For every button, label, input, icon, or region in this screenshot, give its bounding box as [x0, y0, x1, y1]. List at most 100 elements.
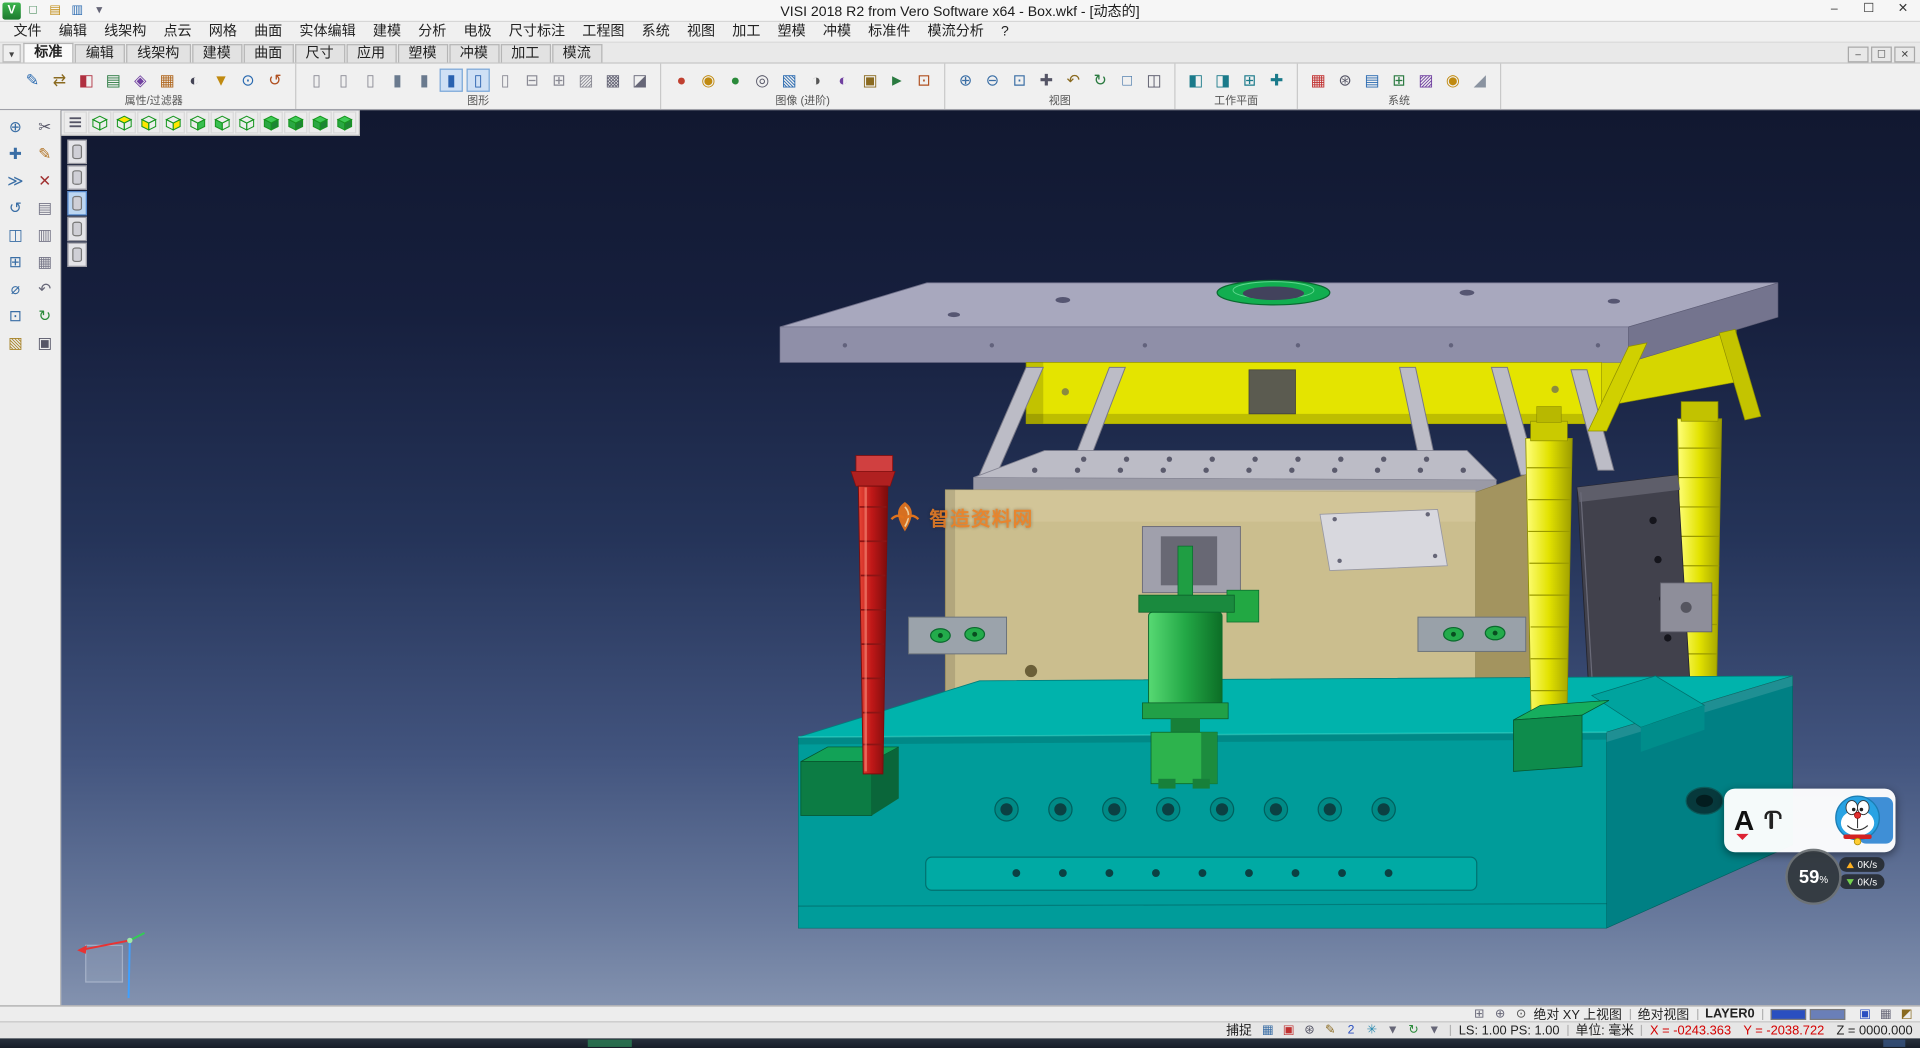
environment-icon[interactable]: ◎: [751, 69, 774, 92]
snap-2d-icon[interactable]: 2: [1342, 1022, 1359, 1038]
mdi-restore-button[interactable]: ☐: [1871, 47, 1892, 63]
shaded-edges-mode-icon[interactable]: ▮: [413, 69, 436, 92]
view-iso-icon[interactable]: [88, 111, 111, 133]
clipboard-icon[interactable]: ▤: [32, 195, 58, 219]
snap-label[interactable]: 捕捉: [1226, 1021, 1252, 1039]
section-display-icon[interactable]: ▯: [493, 69, 516, 92]
menu-item-电极[interactable]: 电极: [455, 22, 500, 42]
view-list-icon[interactable]: [64, 111, 87, 133]
tab-加工[interactable]: 加工: [500, 44, 550, 62]
tab-编辑[interactable]: 编辑: [75, 44, 125, 62]
menu-item-尺寸标注[interactable]: 尺寸标注: [500, 22, 573, 42]
display-filter-5[interactable]: [67, 242, 87, 266]
color-swatch-1[interactable]: [1771, 1009, 1807, 1020]
mdi-minimize-button[interactable]: –: [1848, 47, 1869, 63]
animation-icon[interactable]: ►: [885, 69, 908, 92]
menu-item-塑模[interactable]: 塑模: [769, 22, 814, 42]
magnet-filter-icon[interactable]: ⊙: [236, 69, 259, 92]
grid-toggle-icon[interactable]: ▦: [1877, 1006, 1894, 1022]
mirror-display-icon[interactable]: ◪: [628, 69, 651, 92]
tab-应用[interactable]: 应用: [346, 44, 396, 62]
layers-icon[interactable]: ▥: [32, 222, 58, 246]
info-icon[interactable]: ◉: [1441, 69, 1464, 92]
delete-icon[interactable]: ✕: [32, 168, 58, 192]
shaded-edges-view-icon[interactable]: [284, 111, 307, 133]
rotate-icon[interactable]: ↺: [2, 195, 28, 219]
mirror-icon[interactable]: ◫: [2, 222, 28, 246]
open-file-icon[interactable]: ▤: [45, 2, 65, 19]
sketch-pencil-icon[interactable]: ✎: [32, 141, 58, 165]
display-filter-4[interactable]: [67, 217, 87, 241]
background-icon[interactable]: ▧: [778, 69, 801, 92]
menu-item-工程图[interactable]: 工程图: [574, 22, 633, 42]
status-target-icon[interactable]: ⊕: [1491, 1006, 1508, 1022]
snapshot-icon[interactable]: ▣: [858, 69, 881, 92]
snap-box-icon[interactable]: ▣: [1280, 1022, 1297, 1038]
system-settings-icon[interactable]: ⊛: [1333, 69, 1356, 92]
assistant-widget[interactable]: A: [1724, 789, 1895, 853]
menu-item-系统[interactable]: 系统: [633, 22, 678, 42]
calculator-icon[interactable]: ⊞: [1387, 69, 1410, 92]
theme-icon[interactable]: ◩: [1898, 1006, 1915, 1022]
minimize-button[interactable]: –: [1817, 0, 1851, 21]
menu-item-建模[interactable]: 建模: [364, 22, 409, 42]
tab-线架构[interactable]: 线架构: [126, 44, 190, 62]
menu-item-分析[interactable]: 分析: [410, 22, 455, 42]
workplane-origin-icon[interactable]: ✚: [1265, 69, 1288, 92]
zoom-in-icon[interactable]: ⊕: [954, 69, 977, 92]
pan-icon[interactable]: ✚: [1035, 69, 1058, 92]
tab-标准[interactable]: 标准: [23, 43, 73, 63]
tab-模流[interactable]: 模流: [552, 44, 602, 62]
snap-star-icon[interactable]: ✳: [1363, 1022, 1380, 1038]
snap-pencil-icon[interactable]: ✎: [1322, 1022, 1339, 1038]
element-mask-icon[interactable]: ▦: [156, 69, 179, 92]
shadow-icon[interactable]: ◑: [804, 69, 827, 92]
menu-item-网格[interactable]: 网格: [200, 22, 245, 42]
layer-color-icon[interactable]: ▣: [1856, 1006, 1873, 1022]
view-top-icon[interactable]: [113, 111, 136, 133]
visibility-filter-icon[interactable]: ◐: [182, 69, 205, 92]
menu-item-点云[interactable]: 点云: [155, 22, 200, 42]
menu-item-?[interactable]: ?: [992, 22, 1017, 42]
hdr-light-icon[interactable]: ◉: [697, 69, 720, 92]
move-translate-icon[interactable]: ✚: [2, 141, 28, 165]
grid-box-icon[interactable]: ⊞: [547, 69, 570, 92]
save-file-icon[interactable]: ▥: [67, 2, 87, 19]
hidden-line-mode-icon[interactable]: ▯: [332, 69, 355, 92]
dashed-hidden-icon[interactable]: ▯: [359, 69, 382, 92]
view-right-icon[interactable]: [162, 111, 185, 133]
pattern-display-icon[interactable]: ▨: [574, 69, 597, 92]
attribute-copy-icon[interactable]: ⇄: [48, 69, 71, 92]
save-view-icon[interactable]: ▣: [32, 329, 58, 353]
bounding-box-icon[interactable]: ⊟: [520, 69, 543, 92]
workplane-entity-icon[interactable]: ⊞: [1238, 69, 1261, 92]
menu-item-曲面[interactable]: 曲面: [246, 22, 291, 42]
close-button[interactable]: ✕: [1886, 0, 1920, 21]
type-filter-icon[interactable]: ◈: [129, 69, 152, 92]
workplane-xy-icon[interactable]: ◧: [1184, 69, 1207, 92]
tab-塑模[interactable]: 塑模: [397, 44, 447, 62]
mdi-close-button[interactable]: ✕: [1894, 47, 1915, 63]
display-filter-3[interactable]: [67, 191, 87, 215]
menu-item-冲模[interactable]: 冲模: [814, 22, 859, 42]
database-icon[interactable]: ▤: [1360, 69, 1383, 92]
display-filter-1[interactable]: [67, 140, 87, 164]
visi-app-logo[interactable]: V: [2, 2, 20, 19]
fit-view-icon[interactable]: □: [1116, 69, 1139, 92]
layer-dropdown-icon[interactable]: ▼: [1426, 1022, 1443, 1038]
zoom-window-icon[interactable]: ⊡: [1008, 69, 1031, 92]
menu-item-加工[interactable]: 加工: [724, 22, 769, 42]
shaded-view-icon[interactable]: [260, 111, 283, 133]
capture-icon[interactable]: ⊡: [912, 69, 935, 92]
view-front-icon[interactable]: [137, 111, 160, 133]
wireframe-mode-icon[interactable]: ▯: [305, 69, 328, 92]
chess-display-icon[interactable]: ▩: [601, 69, 624, 92]
attribute-edit-icon[interactable]: ✎: [21, 69, 44, 92]
view-iso2-icon[interactable]: [235, 111, 258, 133]
zoom-out-icon[interactable]: ⊖: [981, 69, 1004, 92]
scissors-trim-icon[interactable]: ✂: [32, 114, 58, 138]
rotate-view-icon[interactable]: ↻: [1089, 69, 1112, 92]
hatch-icon[interactable]: ▧: [2, 329, 28, 353]
color-swatch-2[interactable]: [1810, 1009, 1846, 1020]
color-dropdown-icon[interactable]: ▼: [1384, 1022, 1401, 1038]
